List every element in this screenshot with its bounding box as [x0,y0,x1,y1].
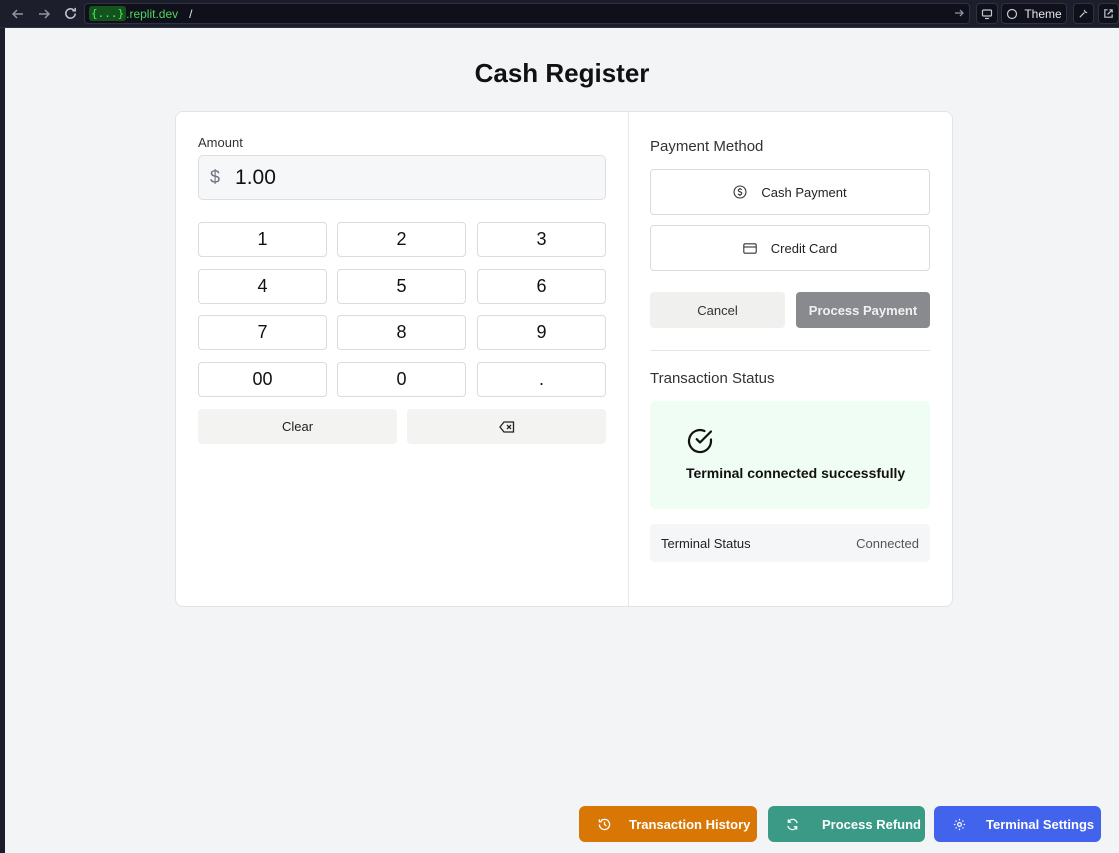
keypad-key-8[interactable]: 8 [337,315,466,350]
url-domain: .replit.dev [126,6,179,21]
register-card: Amount $ 1.00 1 2 3 4 5 6 7 8 9 00 0 . C… [175,111,953,607]
theme-label: Theme [1024,6,1062,21]
section-divider [650,350,930,351]
keypad-key-9[interactable]: 9 [477,315,606,350]
dollar-circle-icon [733,185,747,199]
reload-icon[interactable] [58,2,82,26]
page-title: Cash Register [474,58,650,88]
terminal-settings-button[interactable]: Terminal Settings [934,806,1101,842]
process-payment-button[interactable]: Process Payment [796,292,930,328]
amount-label: Amount [198,135,243,150]
theme-button[interactable]: Theme [1001,3,1067,24]
keypad-key-decimal[interactable]: . [477,362,606,397]
keypad-key-2[interactable]: 2 [337,222,466,257]
amount-input[interactable]: $ 1.00 [198,155,606,200]
gear-icon [953,818,966,830]
clear-button[interactable]: Clear [198,409,397,444]
keypad-key-6[interactable]: 6 [477,269,606,304]
history-icon [598,818,611,830]
process-refund-label: Process Refund [822,816,921,832]
cash-payment-label: Cash Payment [761,184,847,200]
status-panel: Terminal connected successfully [650,401,930,509]
check-circle-icon [687,428,713,454]
url-bar[interactable]: {...} .replit.dev / [84,3,970,24]
devtools-button[interactable] [1073,3,1094,24]
keypad-key-3[interactable]: 3 [477,222,606,257]
backspace-button[interactable] [407,409,606,444]
page: Cash Register Amount $ 1.00 1 2 3 4 5 6 … [5,28,1119,853]
terminal-status-label: Terminal Status [661,536,751,551]
url-badge: {...} [89,6,127,21]
external-link-icon [1104,9,1113,18]
column-divider [628,112,629,606]
status-message: Terminal connected successfully [686,465,906,481]
backspace-icon [498,420,514,433]
transaction-history-button[interactable]: Transaction History [579,806,757,842]
browser-toolbar: {...} .replit.dev / Theme [0,0,1119,28]
credit-card-button[interactable]: Credit Card [650,225,930,271]
wrench-icon [1079,9,1088,18]
terminal-status-value: Connected [856,536,919,551]
process-refund-button[interactable]: Process Refund [768,806,925,842]
open-arrow-icon[interactable] [953,7,965,22]
device-preview-button[interactable] [976,3,998,24]
cash-payment-button[interactable]: Cash Payment [650,169,930,215]
terminal-settings-label: Terminal Settings [986,816,1095,832]
new-tab-button[interactable] [1098,3,1119,24]
url-path: / [189,6,193,21]
amount-value: 1.00 [235,165,276,189]
cancel-button[interactable]: Cancel [650,292,785,328]
keypad-key-00[interactable]: 00 [198,362,327,397]
currency-symbol: $ [210,167,221,187]
transaction-history-label: Transaction History [629,816,751,832]
terminal-status-row: Terminal Status Connected [650,524,930,562]
keypad-key-5[interactable]: 5 [337,269,466,304]
keypad-key-0[interactable]: 0 [337,362,466,397]
keypad-key-7[interactable]: 7 [198,315,327,350]
forward-arrow-icon[interactable] [32,2,56,26]
transaction-status-title: Transaction Status [650,370,775,387]
monitor-icon [981,8,993,19]
payment-method-title: Payment Method [650,138,764,155]
back-arrow-icon[interactable] [6,2,30,26]
refresh-icon [787,818,798,830]
keypad-key-1[interactable]: 1 [198,222,327,257]
credit-card-label: Credit Card [770,240,838,256]
keypad-key-4[interactable]: 4 [198,269,327,304]
credit-card-icon [743,242,757,254]
palette-icon [1007,8,1018,19]
